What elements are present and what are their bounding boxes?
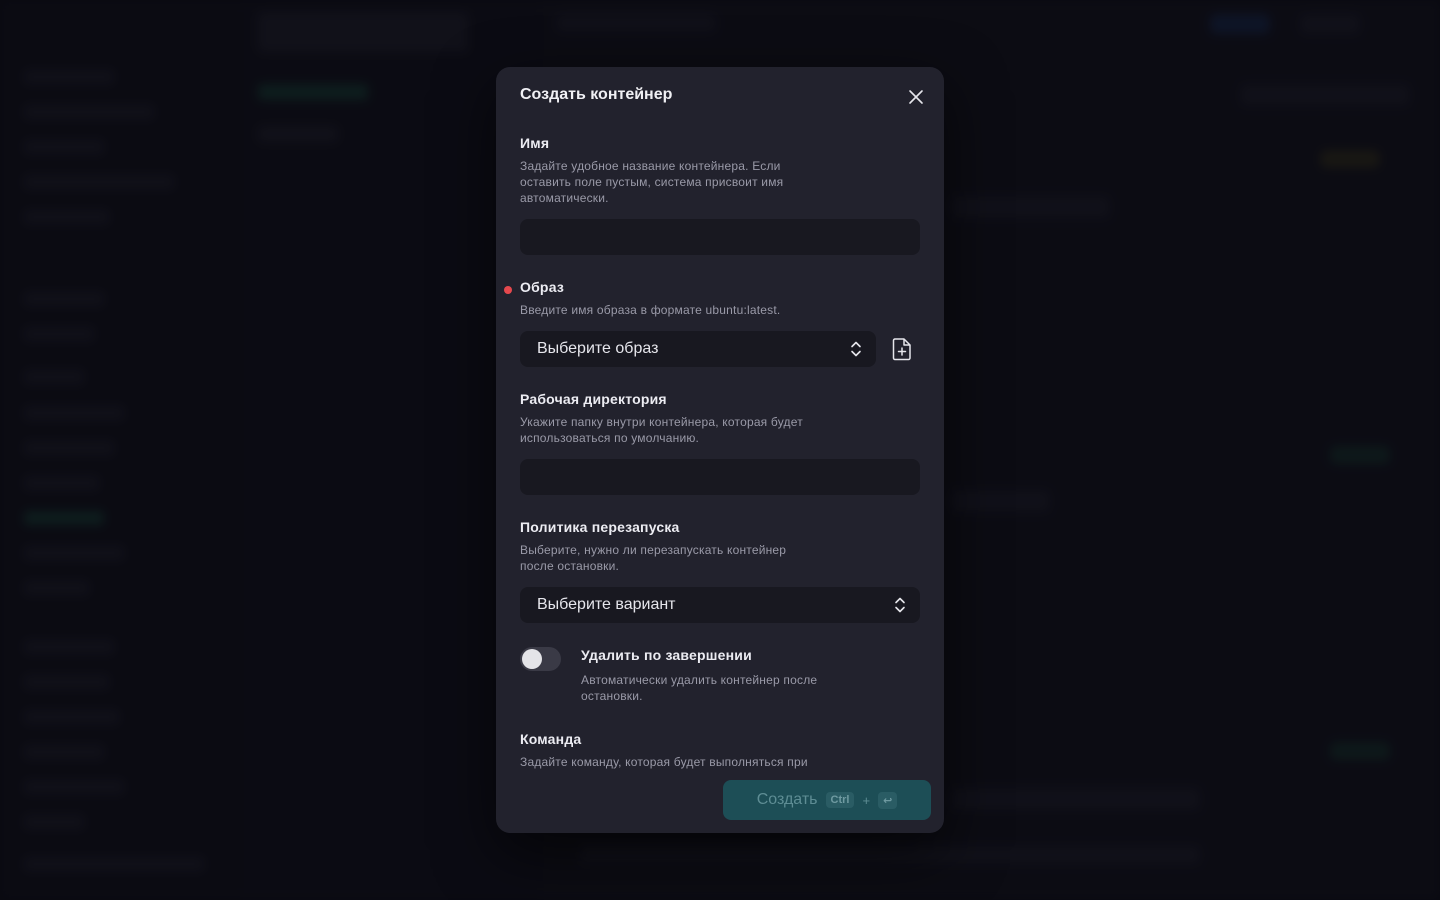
- workdir-field-group: Рабочая директория Укажите папку внутри …: [520, 391, 920, 495]
- name-description: Задайте удобное название контейнера. Есл…: [520, 159, 784, 205]
- workdir-label: Рабочая директория: [520, 391, 667, 407]
- auto-remove-field-group: Удалить по завершении Автоматически удал…: [520, 647, 920, 707]
- restart-policy-label: Политика перезапуска: [520, 519, 680, 535]
- toggle-knob: [522, 649, 542, 669]
- name-label: Имя: [520, 135, 550, 151]
- dialog-footer: Создать Ctrl + ↩: [496, 773, 944, 833]
- command-field-group: Команда Задайте команду, которая будет в…: [520, 731, 920, 770]
- required-indicator: [504, 286, 512, 294]
- enter-key-icon: ↩: [878, 791, 898, 809]
- chevron-up-down-icon: [851, 341, 861, 357]
- workdir-description: Укажите папку внутри контейнера, которая…: [520, 415, 803, 445]
- restart-policy-select[interactable]: Выберите вариант: [520, 587, 920, 623]
- auto-remove-toggle[interactable]: [520, 647, 561, 671]
- close-button[interactable]: [904, 85, 928, 109]
- shortcut-plus: +: [862, 792, 871, 808]
- add-file-button[interactable]: [886, 331, 918, 367]
- image-field-group: Образ Введите имя образа в формате ubunt…: [504, 279, 920, 367]
- image-select[interactable]: Выберите образ: [520, 331, 876, 367]
- ctrl-key-hint: Ctrl: [825, 792, 855, 808]
- chevron-up-down-icon: [895, 597, 905, 613]
- auto-remove-label: Удалить по завершении: [581, 647, 752, 663]
- command-label: Команда: [520, 731, 582, 747]
- create-button[interactable]: Создать Ctrl + ↩: [723, 780, 931, 820]
- restart-policy-field-group: Политика перезапуска Выберите, нужно ли …: [520, 519, 920, 623]
- file-plus-icon: [892, 338, 911, 361]
- auto-remove-description: Автоматически удалить контейнер после ос…: [581, 673, 818, 703]
- workdir-input[interactable]: [520, 459, 920, 495]
- image-select-value: Выберите образ: [537, 340, 659, 357]
- close-icon: [909, 90, 923, 104]
- image-description: Введите имя образа в формате ubuntu:late…: [520, 303, 781, 317]
- restart-policy-description: Выберите, нужно ли перезапускать контейн…: [520, 543, 787, 573]
- dialog-body[interactable]: Имя Задайте удобное название контейнера.…: [496, 125, 944, 773]
- command-description: Задайте команду, которая будет выполнять…: [520, 755, 808, 769]
- name-input[interactable]: [520, 219, 920, 255]
- dialog-title: Создать контейнер: [520, 86, 673, 103]
- image-label: Образ: [520, 279, 565, 295]
- create-container-dialog: Создать контейнер Имя Задайте удобное на…: [496, 67, 944, 833]
- restart-policy-select-value: Выберите вариант: [537, 596, 676, 613]
- name-field-group: Имя Задайте удобное название контейнера.…: [520, 135, 920, 255]
- create-button-label: Создать: [756, 791, 818, 808]
